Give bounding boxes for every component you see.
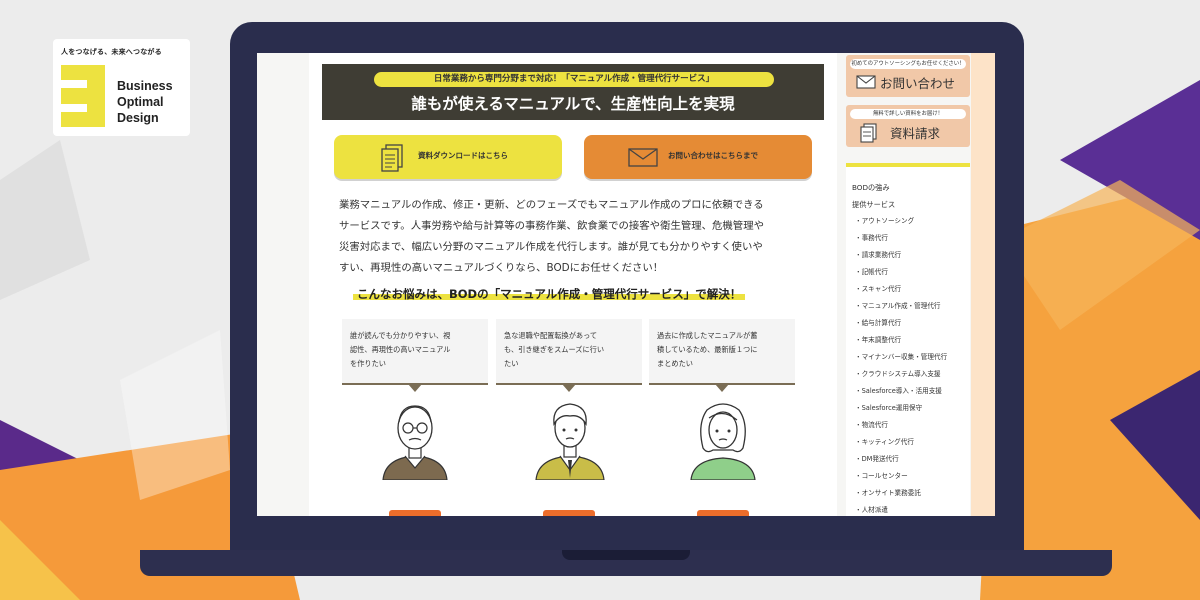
brand-tagline: 人をつなげる、未来へつながる (61, 48, 162, 56)
sidebar-item[interactable]: ・スキャン代行 (852, 281, 970, 298)
sidebar-item[interactable]: ・記帳代行 (852, 264, 970, 281)
main-content: 日常業務から専門分野まで対応！「マニュアル作成・管理代行サービス」 誰もが使える… (309, 53, 837, 516)
elderly-man-illustration (382, 405, 448, 480)
sidebar-menu: BODの強み 提供サービス ・アウトソーシング ・事務代行 ・請求業務代行 ・記… (846, 163, 970, 516)
document-icon (381, 144, 403, 172)
sidebar-item[interactable]: ・人材派遣 (852, 502, 970, 516)
laptop-base (140, 550, 1112, 576)
sidebar-contact-label: お問い合わせ (880, 76, 956, 91)
sidebar-item[interactable]: ・マニュアル作成・管理代行 (852, 298, 970, 315)
sidebar-link-strengths[interactable]: BODの強み (852, 179, 970, 196)
sidebar-item[interactable]: ・年末調整代行 (852, 332, 970, 349)
intro-paragraph: 業務マニュアルの作成、修正・更新、どのフェーズでもマニュアル作成のプロに依頼でき… (339, 199, 764, 274)
sidebar-heading-services: 提供サービス (852, 200, 896, 209)
young-man-illustration (535, 403, 605, 480)
download-button-label: 資料ダウンロードはこちら (418, 151, 508, 160)
sidebar-item[interactable]: ・事務代行 (852, 230, 970, 247)
sidebar-docs-caption: 無料で詳しい資料をお届け！ (850, 109, 966, 119)
sidebar-item[interactable]: ・クラウドシステム導入支援 (852, 366, 970, 383)
section-headline: こんなお悩みは、BODの「マニュアル作成・管理代行サービス」で解決！ (353, 286, 746, 301)
sidebar-item[interactable]: ・アウトソーシング (852, 213, 970, 230)
sidebar-item[interactable]: ・DM発送代行 (852, 451, 970, 468)
mail-icon (628, 148, 658, 167)
hero-banner: 日常業務から専門分野まで対応！「マニュアル作成・管理代行サービス」 誰もが使える… (322, 64, 824, 120)
laptop-screen: 日常業務から専門分野まで対応！「マニュアル作成・管理代行サービス」 誰もが使える… (257, 53, 995, 516)
mail-icon (856, 75, 876, 89)
brand-logo-mark (61, 65, 105, 127)
worry-bubble: 過去に作成したマニュアルが蓄 積しているため、最新版１つに まとめたい (649, 319, 795, 392)
worry-bubble: 誰が読んでも分かりやすい、視 認性、再現性の高いマニュアル を作りたい (342, 319, 488, 392)
hero-subtitle: 日常業務から専門分野まで対応！「マニュアル作成・管理代行サービス」 (374, 72, 774, 87)
download-button[interactable]: 資料ダウンロードはこちら (334, 135, 562, 179)
contact-button-label: お問い合わせはこちらまで (668, 151, 758, 160)
brand-name: Business Optimal Design (117, 79, 173, 125)
solution-tab (697, 510, 749, 516)
sidebar-item[interactable]: ・マイナンバー収集・管理代行 (852, 349, 970, 366)
solution-tab (543, 510, 595, 516)
sidebar-docs-label: 資料請求 (890, 126, 941, 141)
document-icon (860, 123, 877, 143)
page-edge-strip (971, 53, 995, 516)
worry-bubble: 急な退職や配置転換があって も、引き継ぎをスムーズに行い たい (496, 319, 642, 392)
sidebar-item[interactable]: ・コールセンター (852, 468, 970, 485)
sidebar-item[interactable]: ・オンサイト業務委託 (852, 485, 970, 502)
laptop-notch (562, 550, 690, 560)
woman-illustration (690, 403, 756, 480)
sidebar-item[interactable]: ・給与計算代行 (852, 315, 970, 332)
sidebar-item[interactable]: ・キッティング代行 (852, 434, 970, 451)
hero-title: 誰もが使えるマニュアルで、生産性向上を実現 (411, 95, 735, 113)
sidebar-contact-button[interactable]: 初めてのアウトソーシングもお任せください！ お問い合わせ (846, 55, 970, 97)
sidebar-docs-button[interactable]: 無料で詳しい資料をお届け！ 資料請求 (846, 105, 970, 147)
brand-logo-card: 人をつなげる、未来へつながる Business Optimal Design (53, 39, 190, 136)
solution-tab (389, 510, 441, 516)
sidebar-item[interactable]: ・物流代行 (852, 417, 970, 434)
sidebar-item[interactable]: ・Salesforce導入・活用支援 (852, 383, 970, 400)
web-page: 日常業務から専門分野まで対応！「マニュアル作成・管理代行サービス」 誰もが使える… (257, 53, 995, 516)
sidebar-contact-caption: 初めてのアウトソーシングもお任せください！ (850, 59, 966, 69)
sidebar: 初めてのアウトソーシングもお任せください！ お問い合わせ 無料で詳しい資料をお届… (844, 53, 971, 516)
sidebar-item[interactable]: ・請求業務代行 (852, 247, 970, 264)
sidebar-item[interactable]: ・Salesforce運用保守 (852, 400, 970, 417)
contact-button[interactable]: お問い合わせはこちらまで (584, 135, 812, 179)
